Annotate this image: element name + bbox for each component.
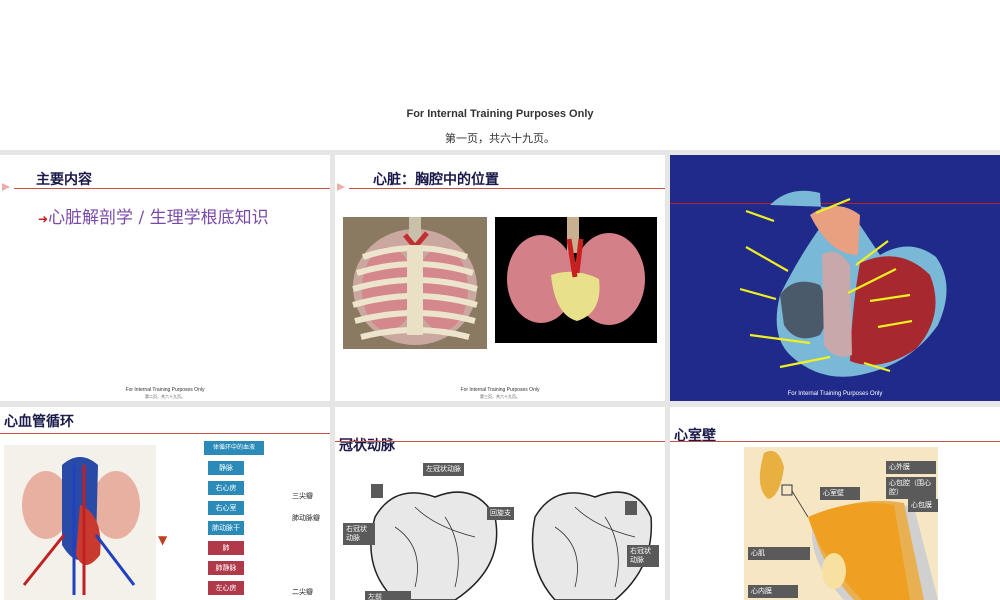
slide-thumbnail-4[interactable]: 心血管循环 ▼ 体循环中的血液 静脉 右心房 右心室 肺动脉干 肺 肺静脉 左心…: [0, 407, 330, 600]
slide-footer: For Internal Training Purposes Only: [125, 387, 205, 393]
heart-cross-section-image: [740, 190, 947, 377]
flow-step: 右心房: [208, 481, 244, 495]
slide-footer: For Internal Training Purposes Only: [787, 391, 883, 397]
wall-layer-label: 心肌: [748, 547, 810, 560]
title-underline: [670, 441, 1000, 442]
wall-layer-label: 心内膜: [748, 585, 798, 598]
artery-label: 右冠状动脉: [343, 523, 375, 545]
flow-step: 体循环中的血液: [204, 441, 264, 455]
coronary-arteries-image: [370, 491, 653, 600]
title-underline: [349, 188, 665, 189]
slide-title: 冠状动脉: [339, 438, 395, 454]
bullet-item: ➜心脏解剖学 / 生理学根底知识: [38, 203, 269, 228]
valve-label: 肺动脉瓣: [292, 514, 320, 522]
slide-thumbnail-2[interactable]: 心脏：胸腔中的位置 For Internal Training Purposes…: [335, 155, 665, 401]
flow-step: 肺静脉: [208, 561, 244, 575]
slide-page-number: 第三页，共六十九页。: [480, 394, 520, 399]
bullet-arrow-icon: ➜: [38, 212, 49, 226]
slide-title: 心室壁: [674, 428, 716, 444]
artery-label: 右冠状动脉: [627, 545, 659, 567]
circulation-diagram-image: [4, 445, 156, 600]
wall-layer-label: 心包膜: [908, 499, 938, 512]
slide-title: 心脏：胸腔中的位置: [373, 172, 499, 188]
title-underline: [14, 188, 330, 189]
slide-title: 主要内容: [36, 172, 92, 188]
valve-label: 二尖瓣: [292, 588, 313, 596]
flow-step: 肺动脉干: [208, 521, 244, 535]
down-arrow-icon: ▼: [158, 533, 168, 547]
artery-label: 回旋支: [487, 507, 514, 520]
slide-thumbnail-6[interactable]: 心室壁 心外膜 心包腔（围心腔） 心包膜 心室壁 心肌 心内膜: [670, 407, 1000, 600]
valve-label: 三尖瓣: [292, 492, 313, 500]
flow-step: 右心室: [208, 501, 244, 515]
flow-step: 左心房: [208, 581, 244, 595]
blank-label-box: [371, 484, 383, 498]
slide-arrow-icon: [2, 183, 10, 191]
header-line2: 第一页，共六十九页。: [445, 132, 555, 145]
slide-arrow-icon: [337, 183, 345, 191]
slide-footer: For Internal Training Purposes Only: [460, 387, 540, 393]
title-underline: [0, 433, 330, 434]
artery-label: 左冠状动脉: [423, 463, 464, 476]
wall-layer-label: 心外膜: [886, 461, 936, 474]
slide-thumbnail-3[interactable]: For Internal Training Purposes Only: [670, 155, 1000, 401]
slide-thumbnail-1[interactable]: 主要内容 ➜心脏解剖学 / 生理学根底知识 For Internal Train…: [0, 155, 330, 401]
wall-layer-label: 心室壁: [820, 487, 860, 500]
artery-label: 左前: [365, 591, 411, 600]
flowchart: 体循环中的血液 静脉 右心房 右心室 肺动脉干 肺 肺静脉 左心房: [196, 441, 266, 600]
title-underline: [335, 441, 665, 442]
bullet-text: 心脏解剖学 / 生理学根底知识: [48, 208, 269, 228]
slide-title: 心血管循环: [4, 414, 74, 430]
blank-label-box: [625, 501, 637, 515]
lungs-heart-image: [495, 217, 657, 343]
slide-thumbnail-5[interactable]: 冠状动脉 左冠状动脉 回旋支 右冠状动脉 右冠状动脉 左前: [335, 407, 665, 600]
flow-step: 肺: [208, 541, 244, 555]
header-line1: For Internal Training Purposes Only: [406, 108, 594, 120]
flow-step: 静脉: [208, 461, 244, 475]
header-area: For Internal Training Purposes Only 第一页，…: [0, 0, 1000, 150]
slide-page-number: 第二页，共六十九页。: [145, 394, 185, 399]
wall-layer-label: 心包腔（围心腔）: [886, 477, 936, 499]
ribcage-image: [343, 217, 487, 349]
